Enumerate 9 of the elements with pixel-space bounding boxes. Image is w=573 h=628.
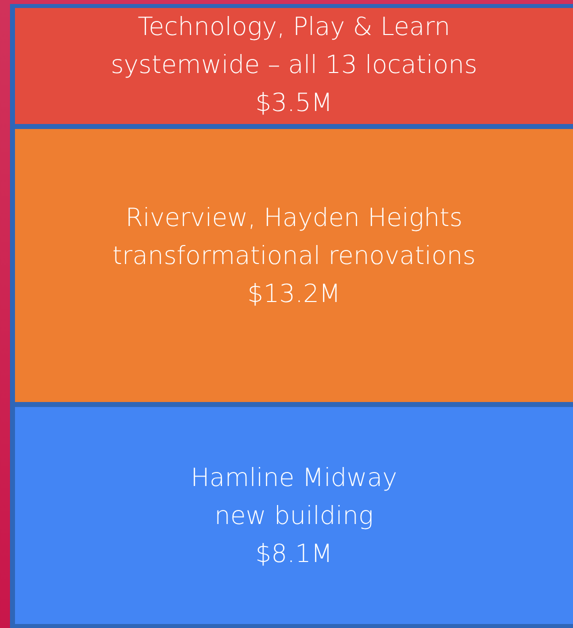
block-label: Riverview, Hayden Heights <box>126 202 462 234</box>
block-label: Technology, Play & Learn <box>138 11 450 43</box>
block-label: transformational renovations <box>112 240 476 272</box>
block-label: Hamline Midway <box>190 462 398 494</box>
block-label: $3.5M <box>255 87 333 119</box>
block-label: $8.1M <box>255 538 333 570</box>
block-label: systemwide – all 13 locations <box>110 49 478 81</box>
block-label: new building <box>214 500 374 532</box>
block-label: $13.2M <box>247 278 341 310</box>
